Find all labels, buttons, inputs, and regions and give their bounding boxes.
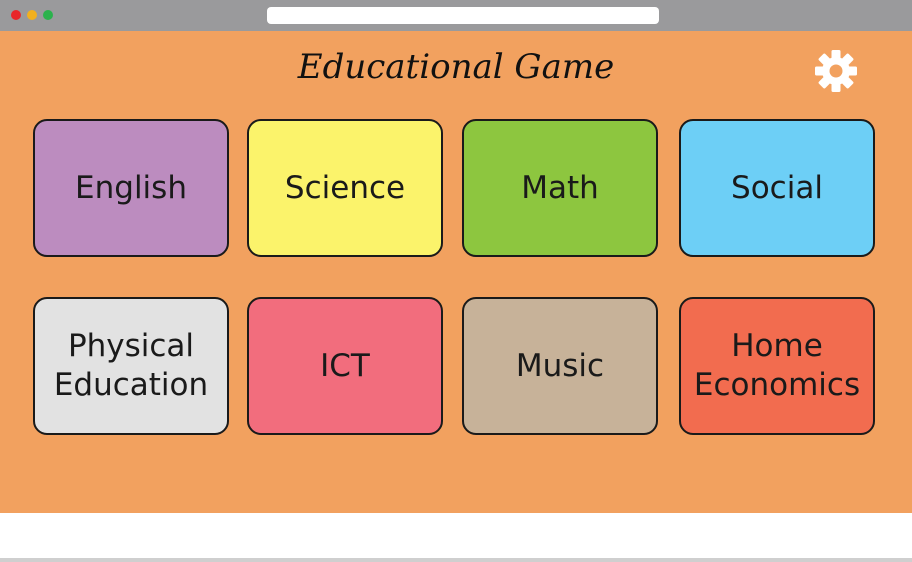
address-bar[interactable]: [267, 7, 659, 24]
title-bar: [0, 0, 912, 31]
close-window-button[interactable]: [11, 10, 21, 20]
game-screen: Educational Game English Science Math So…: [0, 31, 912, 513]
gear-icon: [815, 50, 857, 92]
subject-ict-button[interactable]: ICT: [247, 297, 443, 435]
subject-music-button[interactable]: Music: [462, 297, 658, 435]
settings-button[interactable]: [812, 47, 860, 95]
minimize-window-button[interactable]: [27, 10, 37, 20]
page-title: Educational Game: [297, 47, 615, 87]
subject-home-economics-button[interactable]: Home Economics: [679, 297, 875, 435]
subject-science-button[interactable]: Science: [247, 119, 443, 257]
subject-math-button[interactable]: Math: [462, 119, 658, 257]
browser-window: Educational Game English Science Math So…: [0, 0, 912, 562]
subject-physical-education-button[interactable]: Physical Education: [33, 297, 229, 435]
subject-social-button[interactable]: Social: [679, 119, 875, 257]
window-bottom-edge: [0, 558, 912, 562]
subject-english-button[interactable]: English: [33, 119, 229, 257]
maximize-window-button[interactable]: [43, 10, 53, 20]
